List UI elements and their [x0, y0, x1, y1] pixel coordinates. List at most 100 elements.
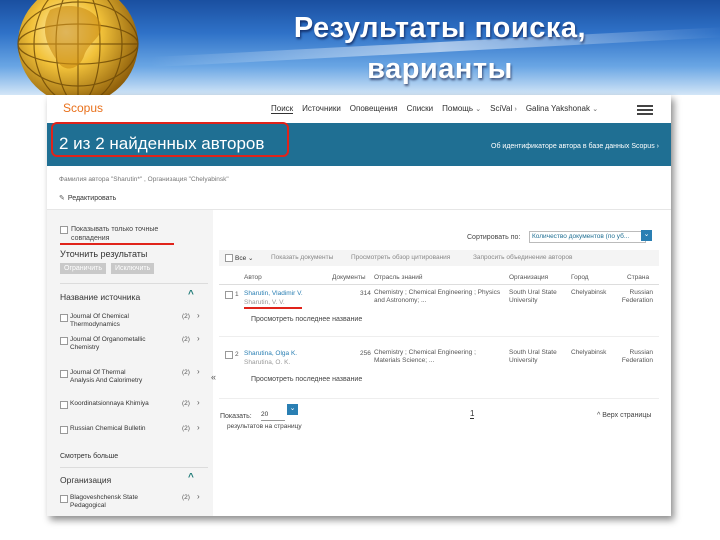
red-underline	[244, 307, 302, 309]
select-all-checkbox[interactable]	[225, 254, 233, 262]
divider	[60, 467, 208, 468]
view-last-title-link[interactable]: Просмотреть последнее название	[251, 316, 362, 324]
exclude-button[interactable]: Исключить	[110, 263, 155, 274]
facet-checkbox[interactable]	[60, 337, 68, 345]
slide-header: Результаты поиска, варианты	[0, 0, 720, 95]
nav-sources[interactable]: Источники	[302, 104, 341, 114]
back-to-top-link[interactable]: ^ Верх страницы	[597, 412, 651, 419]
facet-name: Russian Chemical Bulletin	[70, 425, 146, 432]
per-page-suffix: результатов на страницу	[227, 423, 302, 430]
chevron-down-icon: ⌄	[475, 106, 482, 113]
main-nav: Поиск Источники Оповещения Списки Помощь…	[271, 104, 598, 114]
column-header-author[interactable]: Автор	[244, 274, 262, 281]
chevron-up-icon[interactable]: ^	[188, 289, 194, 300]
affiliation-facet-heading[interactable]: Организация	[60, 475, 111, 485]
chevron-right-icon[interactable]: ›	[197, 493, 200, 501]
column-header-city[interactable]: Город	[571, 274, 589, 281]
arrow-right-icon: ›	[514, 106, 517, 113]
nav-user-label: Galina Yakshonak	[525, 104, 591, 113]
document-count[interactable]: 256	[360, 350, 371, 358]
chevron-down-icon: ⌄	[248, 255, 254, 262]
sort-label: Сортировать по:	[467, 234, 521, 241]
row-number: 2	[235, 351, 239, 358]
chevron-down-icon[interactable]: ⌄	[287, 404, 298, 415]
nav-alerts[interactable]: Оповещения	[350, 104, 398, 114]
document-count[interactable]: 314	[360, 290, 371, 298]
facet-name: Journal Of Thermal Analysis And Calorime…	[70, 369, 143, 384]
facet-name: Blagoveshchensk State Pedagogical	[70, 494, 138, 509]
select-all-dropdown[interactable]: Все ⌄	[235, 254, 253, 262]
facet-count: (2)	[182, 313, 190, 320]
nav-user[interactable]: Galina Yakshonak ⌄	[526, 104, 598, 114]
source-title-facet-heading[interactable]: Название источника	[60, 292, 140, 302]
facet-name: Journal Of Chemical Thermodynamics	[70, 313, 129, 328]
row-number: 1	[235, 291, 239, 298]
search-query-summary: Фамилия автора "Sharutin*" , Организация…	[59, 176, 229, 183]
request-merge-button[interactable]: Запросить объединение авторов	[473, 254, 572, 261]
view-citation-overview-button[interactable]: Просмотреть обзор цитирования	[351, 254, 450, 261]
scopus-logo[interactable]: Scopus	[63, 101, 103, 115]
select-all-label: Все	[235, 255, 247, 262]
affiliation: South Ural State University	[509, 289, 557, 304]
divider	[219, 284, 659, 285]
top-navbar: Scopus Поиск Источники Оповещения Списки…	[47, 95, 671, 123]
facet-count: (2)	[182, 369, 190, 376]
chevron-right-icon[interactable]: ›	[197, 335, 200, 343]
exact-match-label: Показывать только точные совпадения	[71, 226, 159, 242]
chevron-right-icon[interactable]: ›	[197, 399, 200, 407]
hamburger-icon[interactable]	[637, 105, 653, 115]
nav-scival-label: SciVal	[490, 104, 513, 113]
city: Chelyabinsk	[571, 349, 607, 356]
chevron-up-icon[interactable]: ^	[188, 472, 194, 483]
current-page-number[interactable]: 1	[470, 409, 475, 419]
collapse-sidebar-icon[interactable]: «	[211, 372, 216, 382]
column-header-documents[interactable]: Документы	[332, 274, 366, 281]
scopus-screenshot: Scopus Поиск Источники Оповещения Списки…	[47, 95, 671, 516]
nav-lists[interactable]: Списки	[407, 104, 434, 114]
chevron-right-icon[interactable]: ›	[197, 424, 200, 432]
chevron-up-icon: ^	[597, 412, 601, 419]
column-header-country[interactable]: Страна	[627, 274, 649, 281]
facet-checkbox[interactable]	[60, 401, 68, 409]
column-header-subject-area[interactable]: Отрасль знаний	[374, 274, 423, 281]
per-page-select[interactable]: 20	[261, 411, 285, 421]
limit-to-button[interactable]: Ограничить	[60, 263, 106, 274]
nav-help[interactable]: Помощь ⌄	[442, 104, 481, 114]
city: Chelyabinsk	[571, 289, 607, 296]
facet-checkbox[interactable]	[60, 495, 68, 503]
nav-search[interactable]: Поиск	[271, 104, 294, 114]
chevron-down-icon[interactable]: ⌄	[641, 230, 652, 241]
author-id-info-link[interactable]: Об идентификаторе автора в базе данных S…	[491, 143, 659, 150]
author-name-link[interactable]: Sharutin, Vladimir V.	[244, 290, 303, 298]
edit-label: Редактировать	[67, 195, 117, 202]
red-underline	[60, 243, 174, 245]
column-header-affiliation[interactable]: Организация	[509, 274, 548, 281]
refine-results-title: Уточнить результаты	[60, 249, 148, 259]
facet-checkbox[interactable]	[60, 314, 68, 322]
edit-search-link[interactable]: ✎ Редактировать	[59, 194, 116, 202]
subject-areas: Chemistry ; Chemical Engineering ; Physi…	[374, 289, 501, 304]
chevron-right-icon[interactable]: ›	[197, 368, 200, 376]
chevron-right-icon[interactable]: ›	[197, 312, 200, 320]
facet-checkbox[interactable]	[60, 426, 68, 434]
nav-scival[interactable]: SciVal ›	[490, 104, 517, 114]
subject-areas: Chemistry ; Chemical Engineering ; Mater…	[374, 349, 476, 364]
view-last-title-link[interactable]: Просмотреть последнее название	[251, 376, 362, 384]
country: Russian Federation	[621, 289, 653, 304]
show-more-link[interactable]: Смотреть больше	[60, 453, 118, 460]
refine-sidebar: Показывать только точные совпадения Уточ…	[47, 210, 213, 516]
back-to-top-label: Верх страницы	[602, 412, 652, 419]
exact-match-checkbox[interactable]	[60, 226, 68, 234]
facet-count: (2)	[182, 494, 190, 501]
author-name-variant: Sharutina, O. K.	[244, 359, 291, 366]
affiliation: South Ural State University	[509, 349, 557, 364]
nav-help-label: Помощь	[442, 104, 474, 113]
facet-count: (2)	[182, 400, 190, 407]
author-name-link[interactable]: Sharutina, Olga K.	[244, 350, 297, 358]
slide-title-line-2: варианты	[367, 53, 513, 85]
row-checkbox[interactable]	[225, 351, 233, 359]
row-checkbox[interactable]	[225, 291, 233, 299]
facet-checkbox[interactable]	[60, 370, 68, 378]
sort-select[interactable]: Количество документов (по уб...	[529, 231, 646, 243]
show-documents-button[interactable]: Показать документы	[271, 254, 333, 261]
